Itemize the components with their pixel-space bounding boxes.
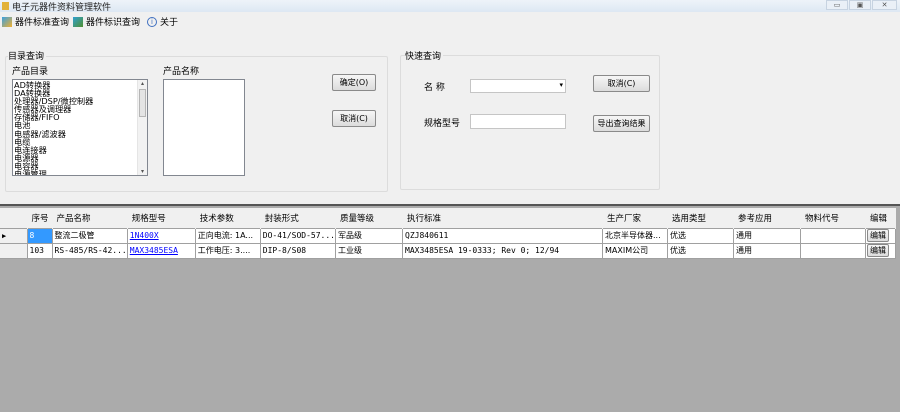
table-cell[interactable]: 优选 (667, 242, 734, 259)
column-header[interactable]: 序号 (27, 208, 53, 228)
table-cell[interactable]: 军品级 (335, 227, 403, 244)
current-row-icon: ▶ (2, 232, 7, 240)
close-button[interactable]: ✕ (872, 0, 897, 10)
table-cell[interactable]: 1N400X (126, 227, 196, 244)
catalog-group-label: 目录查询 (8, 49, 47, 62)
model-link[interactable]: MAX3485ESA (130, 246, 178, 255)
model-label: 规格型号 (424, 119, 461, 129)
table-cell[interactable]: MAXIM公司 (602, 242, 668, 259)
edit-button[interactable]: 编辑 (867, 244, 889, 257)
minimize-button[interactable]: ▭ (826, 0, 848, 10)
row-header-corner (0, 208, 28, 228)
chevron-down-icon[interactable]: ▾ (559, 81, 563, 89)
menu-marking-query[interactable]: 器件标识查询 (73, 15, 140, 28)
standard-query-icon (2, 16, 12, 27)
menu-label: 器件标识查询 (86, 18, 141, 28)
table-cell[interactable]: 编辑 (865, 227, 896, 244)
name-label: 名 称 (424, 83, 445, 93)
info-icon: i (147, 16, 157, 27)
column-header[interactable]: 物料代号 (800, 208, 866, 228)
menu-label: 关于 (160, 18, 179, 28)
scroll-thumb[interactable] (139, 89, 146, 117)
table-cell[interactable]: MAX3485ESA (126, 242, 196, 259)
product-name-list[interactable] (163, 79, 245, 176)
catalog-cancel-button[interactable]: 取消(C) (332, 110, 376, 127)
table-cell[interactable]: 优选 (667, 227, 734, 244)
list-scrollbar[interactable]: ▴ ▾ (137, 80, 147, 175)
menu-about[interactable]: i 关于 (147, 15, 178, 28)
column-header[interactable]: 参考应用 (733, 208, 801, 228)
column-header[interactable]: 产品名称 (52, 208, 128, 228)
product-catalog-list[interactable]: AD转换器 DA转换器 处理器/DSP/微控制器 传感器及调理器 存储器/FIFO 电池电… (12, 79, 148, 176)
window-title: 电子元器件资料管理软件 (12, 3, 112, 13)
column-header[interactable]: 规格型号 (127, 208, 196, 228)
table-row[interactable]: 103 RS-485/RS-42... MAX3485ESA 工作电压: 3.... D… (0, 242, 896, 259)
export-results-button[interactable]: 导出查询结果 (593, 115, 650, 132)
app-icon (2, 2, 9, 10)
column-header[interactable]: 执行标准 (402, 208, 603, 228)
table-cell[interactable] (800, 242, 866, 259)
table-cell[interactable]: 工业级 (335, 242, 403, 259)
results-grid: 序号 产品名称 规格型号 技术参数 封装形式 质量等级 执行标准 生产厂家 选用类型 参考应用 物料… (0, 204, 900, 412)
table-row[interactable]: ▶ 8 整流二极管 1N400X 正向电流: 1A... DO-41/SOD-57... 军… (0, 227, 896, 244)
table-cell[interactable]: RS-485/RS-42... (51, 242, 128, 259)
table-cell[interactable]: 整流二极管 (51, 227, 128, 244)
product-catalog-label: 产品目录 (12, 67, 49, 77)
table-cell[interactable]: QZJ840611 (402, 227, 603, 244)
catalog-list-item[interactable]: 电感器/滤波器 (13, 129, 147, 137)
table-cell[interactable]: 北京半导体器... (602, 227, 668, 244)
product-name-label: 产品名称 (163, 67, 200, 77)
maximize-button[interactable]: ▣ (849, 0, 871, 10)
model-input[interactable] (470, 114, 566, 129)
column-header[interactable]: 技术参数 (195, 208, 261, 228)
model-link[interactable]: 1N400X (130, 231, 159, 240)
catalog-list-item[interactable]: 存储器/FIFO (13, 113, 147, 121)
column-header[interactable]: 质量等级 (335, 208, 403, 228)
name-combobox[interactable]: ▾ (470, 79, 566, 93)
row-header[interactable]: ▶ (0, 227, 28, 244)
menu-standard-query[interactable]: 器件标准查询 (2, 15, 69, 28)
ok-button[interactable]: 确定(O) (332, 74, 376, 91)
table-cell[interactable]: DIP-8/S08 (259, 242, 337, 259)
table-cell[interactable]: 正向电流: 1A... (194, 227, 261, 244)
title-bar: 电子元器件资料管理软件 ▭ ▣ ✕ (0, 0, 900, 13)
table-cell[interactable]: 通用 (733, 227, 801, 244)
table-cell[interactable]: 103 (26, 242, 53, 259)
results-table: 序号 产品名称 规格型号 技术参数 封装形式 质量等级 执行标准 生产厂家 选用类型 参考应用 物料… (0, 208, 896, 259)
table-cell[interactable]: 8 (26, 227, 53, 244)
table-cell[interactable]: 编辑 (865, 242, 896, 259)
table-cell[interactable]: 工作电压: 3.... (194, 242, 261, 259)
edit-button[interactable]: 编辑 (867, 229, 889, 242)
table-cell[interactable]: MAX3485ESA 19-0333; Rev 0; 12/94 (402, 242, 603, 259)
column-header[interactable]: 封装形式 (260, 208, 337, 228)
quick-query-label: 快速查询 (405, 49, 444, 62)
row-header[interactable] (0, 242, 28, 259)
quick-cancel-button[interactable]: 取消(C) (593, 75, 650, 92)
menu-label: 器件标准查询 (15, 18, 70, 28)
marking-query-icon (73, 16, 83, 27)
table-cell[interactable]: DO-41/SOD-57... (259, 227, 337, 244)
column-header[interactable]: 选用类型 (667, 208, 734, 228)
table-cell[interactable]: 通用 (733, 242, 801, 259)
table-cell[interactable] (800, 227, 866, 244)
scroll-up-icon[interactable]: ▴ (138, 80, 147, 87)
catalog-list-item[interactable]: 电源管理 (13, 170, 147, 175)
column-header[interactable]: 生产厂家 (602, 208, 668, 228)
column-header[interactable]: 编辑 (865, 208, 896, 228)
scroll-down-icon[interactable]: ▾ (138, 168, 147, 175)
